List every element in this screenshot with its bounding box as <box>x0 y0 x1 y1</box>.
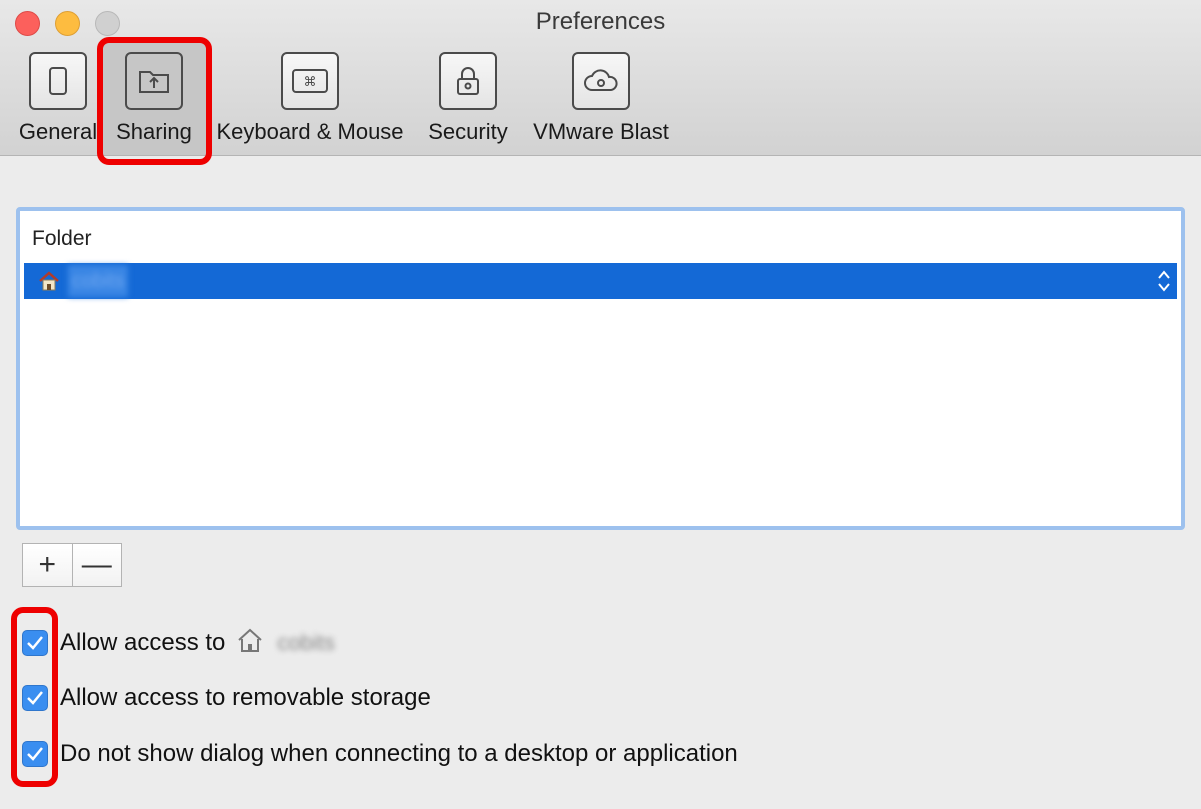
preferences-window: Preferences General Sharing ⌘ Keyboard &… <box>0 0 1201 809</box>
checkmark-icon <box>27 635 43 650</box>
home-icon <box>38 270 60 297</box>
add-remove-buttons: + — <box>22 543 122 587</box>
folder-name: cobits <box>68 265 129 297</box>
tab-general-label: General <box>18 119 98 144</box>
shared-folders-table[interactable]: Folder cobits <box>16 207 1185 530</box>
shared-folder-icon <box>125 52 183 110</box>
cloud-gear-icon <box>572 52 630 110</box>
tab-general[interactable]: General <box>16 52 100 145</box>
window-title: Preferences <box>535 8 666 35</box>
keyboard-command-icon: ⌘ <box>281 52 339 110</box>
tab-sharing-label: Sharing <box>116 119 192 144</box>
allow-access-folder-label: Allow access to <box>60 628 226 656</box>
no-dialog-checkbox[interactable] <box>22 741 48 767</box>
tab-vmware-blast[interactable]: VMware Blast <box>528 52 674 145</box>
checkmark-icon <box>27 747 43 761</box>
allow-removable-storage-checkbox[interactable] <box>22 685 48 711</box>
allow-access-folder-checkbox[interactable] <box>22 629 48 656</box>
tab-keyboard-mouse[interactable]: ⌘ Keyboard & Mouse <box>211 52 409 145</box>
option-allow-access-folder[interactable]: Allow access to cobits <box>22 627 335 658</box>
add-folder-button[interactable]: + <box>23 544 72 586</box>
home-icon <box>237 627 263 658</box>
folder-column-header[interactable]: Folder <box>32 227 92 251</box>
tab-vmware-blast-label: VMware Blast <box>533 119 669 144</box>
tab-security-label: Security <box>428 119 508 144</box>
remove-folder-button[interactable]: — <box>71 544 121 586</box>
lock-icon <box>439 52 497 110</box>
no-dialog-label: Do not show dialog when connecting to a … <box>60 740 738 767</box>
option-allow-removable-storage[interactable]: Allow access to removable storage <box>22 684 431 712</box>
folder-name: cobits <box>277 629 335 655</box>
chevron-up-down-icon[interactable] <box>1157 269 1171 298</box>
option-no-dialog[interactable]: Do not show dialog when connecting to a … <box>22 740 738 768</box>
checkmark-icon <box>27 691 43 705</box>
tab-sharing[interactable]: Sharing <box>102 52 206 145</box>
allow-removable-storage-label: Allow access to removable storage <box>60 684 431 711</box>
tab-keyboard-mouse-label: Keyboard & Mouse <box>216 119 404 144</box>
svg-text:⌘: ⌘ <box>304 75 317 90</box>
toolbar: Preferences General Sharing ⌘ Keyboard &… <box>0 0 1201 156</box>
device-icon <box>29 52 87 110</box>
table-row[interactable]: cobits <box>24 263 1177 299</box>
tab-security[interactable]: Security <box>422 52 514 145</box>
